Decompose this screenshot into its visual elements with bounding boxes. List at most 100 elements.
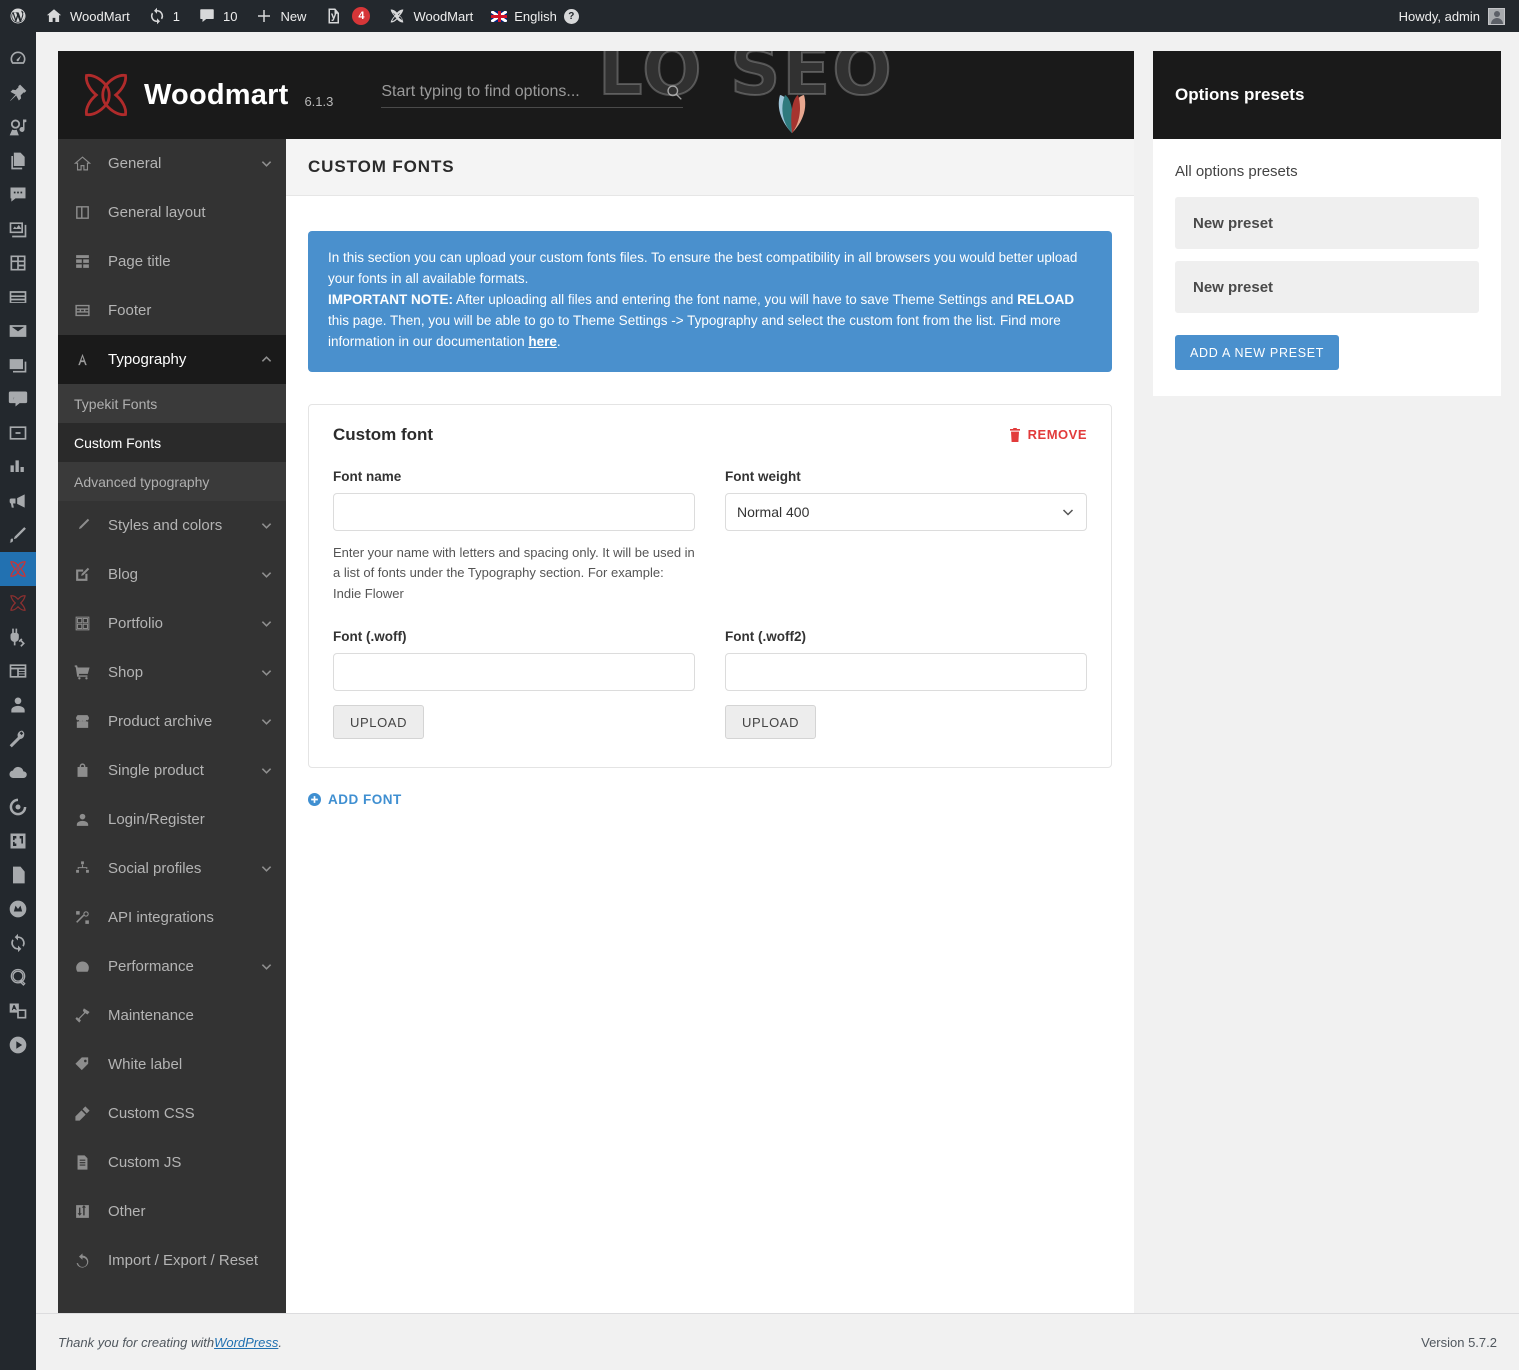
rail-item-tables[interactable] — [0, 280, 36, 314]
rail-item-play[interactable] — [0, 1028, 36, 1062]
rail-item-settings-sliders[interactable] — [0, 824, 36, 858]
adminbar-account[interactable]: Howdy, admin — [1399, 7, 1519, 25]
font-weight-select[interactable]: Normal 400 — [725, 492, 1087, 531]
font-name-label: Font name — [333, 468, 402, 484]
nav-item-social-profiles[interactable]: Social profiles — [58, 844, 286, 893]
nav-item-other[interactable]: Other — [58, 1187, 286, 1236]
rail-item-cloud[interactable] — [0, 756, 36, 790]
nav-item-typography[interactable]: Typography — [58, 335, 286, 384]
adminbar-item-site[interactable]: WoodMart — [36, 0, 139, 32]
rail-item-layouts[interactable] — [0, 246, 36, 280]
nav-item-product-archive[interactable]: Product archive — [58, 697, 286, 746]
wordpress-link[interactable]: WordPress — [214, 1335, 278, 1350]
nav-item-maintenance[interactable]: Maintenance — [58, 991, 286, 1040]
documentation-link[interactable]: here — [528, 334, 557, 349]
nav-item-api-integrations[interactable]: API integrations — [58, 893, 286, 942]
rail-item-analytics[interactable] — [0, 450, 36, 484]
chevron-up-icon — [261, 356, 272, 362]
woff-input[interactable] — [333, 653, 695, 691]
notice-reload-label: RELOAD — [1017, 291, 1075, 307]
rail-item-woocommerce[interactable] — [0, 382, 36, 416]
store-icon — [74, 713, 98, 730]
adminbar-item-comments[interactable]: 10 — [189, 0, 246, 32]
adminbar-item-yoast[interactable]: 4 — [315, 0, 379, 32]
brush-icon — [9, 527, 26, 543]
wp-admin-menu-rail — [0, 32, 44, 1370]
options-search[interactable] — [381, 82, 684, 108]
adminbar-item-woodmart[interactable]: WoodMart — [379, 0, 482, 32]
rail-item-archive[interactable] — [0, 416, 36, 450]
tools-icon — [9, 730, 25, 748]
woff2-upload-button[interactable]: UPLOAD — [725, 705, 817, 739]
search-input[interactable] — [381, 82, 652, 101]
preset-item[interactable]: New preset — [1175, 197, 1479, 249]
nav-item-page-title[interactable]: Page title — [58, 237, 286, 286]
woff2-input[interactable] — [725, 653, 1087, 691]
nav-sub-label: Custom Fonts — [74, 434, 162, 451]
rail-item-yoast[interactable] — [0, 858, 36, 892]
rail-item-sync[interactable] — [0, 926, 36, 960]
rail-item-users[interactable] — [0, 688, 36, 722]
nav-item-custom-css[interactable]: Custom CSS — [58, 1089, 286, 1138]
adminbar-item-new[interactable]: New — [246, 0, 315, 32]
nav-item-custom-js[interactable]: Custom JS — [58, 1138, 286, 1187]
add-font-button[interactable]: ADD FONT — [308, 792, 402, 807]
updraft-icon — [9, 798, 27, 816]
nav-subitem-custom-fonts[interactable]: Custom Fonts — [58, 423, 286, 462]
info-notice: In this section you can upload your cust… — [308, 231, 1112, 372]
monsterinsights-icon — [9, 900, 27, 918]
nav-subitem-typekit-fonts[interactable]: Typekit Fonts — [58, 384, 286, 423]
rail-item-comments[interactable] — [0, 178, 36, 212]
nav-item-blog[interactable]: Blog — [58, 550, 286, 599]
rail-item-media[interactable] — [0, 110, 36, 144]
rail-item-pages[interactable] — [0, 144, 36, 178]
adminbar-item-wordpress[interactable] — [0, 0, 36, 32]
nav-item-portfolio[interactable]: Portfolio — [58, 599, 286, 648]
woff-upload-button[interactable]: UPLOAD — [333, 705, 425, 739]
add-font-label: ADD FONT — [328, 792, 402, 807]
nav-item-performance[interactable]: Performance — [58, 942, 286, 991]
rail-item-woodmart-child[interactable] — [0, 586, 36, 620]
rail-item-marketing[interactable] — [0, 484, 36, 518]
nav-item-general-layout[interactable]: General layout — [58, 188, 286, 237]
rail-item-monsterinsights[interactable] — [0, 892, 36, 926]
rail-item-gallery[interactable] — [0, 348, 36, 382]
rail-item-updraft[interactable] — [0, 790, 36, 824]
rail-item-posts[interactable] — [0, 76, 36, 110]
rail-item-forms[interactable] — [0, 654, 36, 688]
adminbar-item-updates[interactable]: 1 — [139, 0, 189, 32]
remove-font-button[interactable]: REMOVE — [1009, 427, 1087, 442]
nav-item-import-export-reset[interactable]: Import / Export / Reset — [58, 1236, 286, 1285]
adminbar-item-language[interactable]: English ? — [482, 0, 588, 32]
font-files-row: Font (.woff) UPLOAD Font (.woff2) UPLOAD — [333, 629, 1087, 739]
hammer-icon — [74, 1007, 98, 1024]
settings-main-column: CUSTOM FONTS In this section you can upl… — [286, 139, 1134, 1313]
nav-item-single-product[interactable]: Single product — [58, 746, 286, 795]
all-options-presets-label: All options presets — [1175, 163, 1298, 180]
add-new-preset-button[interactable]: ADD A NEW PRESET — [1175, 335, 1340, 370]
rail-item-plugins[interactable] — [0, 620, 36, 654]
gallery-icon — [9, 222, 27, 238]
nav-subitem-advanced-typography[interactable]: Advanced typography — [58, 462, 286, 501]
rail-item-appearance[interactable] — [0, 518, 36, 552]
rail-item-woodmart-active[interactable] — [0, 552, 44, 586]
woff2-label: Font (.woff2) — [725, 629, 806, 644]
rail-item-dashboard[interactable] — [0, 42, 36, 76]
nav-item-login-register[interactable]: Login/Register — [58, 795, 286, 844]
rail-item-mail[interactable] — [0, 314, 36, 348]
play-icon — [9, 1036, 27, 1054]
nav-item-shop[interactable]: Shop — [58, 648, 286, 697]
chevron-down-icon — [261, 768, 272, 774]
rail-item-quform[interactable] — [0, 960, 36, 994]
nav-item-footer[interactable]: Footer — [58, 286, 286, 335]
rail-item-tools[interactable] — [0, 722, 36, 756]
preset-item[interactable]: New preset — [1175, 261, 1479, 313]
rail-item-portfolio[interactable] — [0, 212, 36, 246]
nav-item-styles-and-colors[interactable]: Styles and colors — [58, 501, 286, 550]
help-icon[interactable]: ? — [563, 8, 579, 24]
rail-item-translate[interactable] — [0, 994, 36, 1028]
font-name-input[interactable] — [333, 492, 695, 531]
footer-thanks-prefix: Thank you for creating with — [58, 1334, 215, 1350]
nav-item-general[interactable]: General — [58, 139, 286, 188]
nav-item-white-label[interactable]: White label — [58, 1040, 286, 1089]
